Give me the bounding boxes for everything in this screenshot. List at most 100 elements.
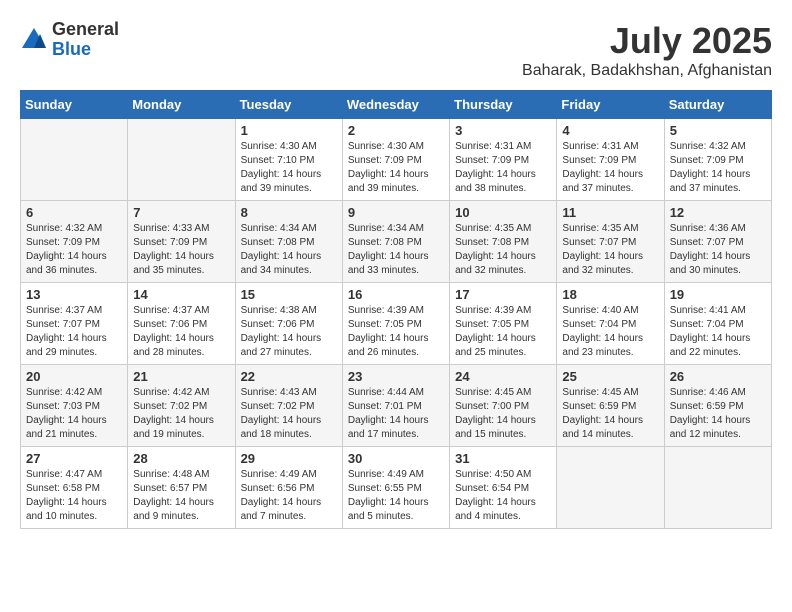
day-info: Sunrise: 4:43 AMSunset: 7:02 PMDaylight:… <box>241 386 337 442</box>
logo-icon <box>20 26 48 54</box>
day-info: Sunrise: 4:33 AMSunset: 7:09 PMDaylight:… <box>133 222 229 278</box>
table-row: 13Sunrise: 4:37 AMSunset: 7:07 PMDayligh… <box>21 283 128 365</box>
col-wednesday: Wednesday <box>342 91 449 119</box>
day-info: Sunrise: 4:37 AMSunset: 7:06 PMDaylight:… <box>133 304 229 360</box>
table-row: 28 Sunrise: 4:48 AMSunset: 6:57 PMDayligh… <box>128 447 235 529</box>
day-info: Sunrise: 4:42 AMSunset: 7:02 PMDaylight:… <box>133 386 229 442</box>
table-row: 3 Sunrise: 4:31 AMSunset: 7:09 PMDaylight… <box>450 119 557 201</box>
table-row: 7 Sunrise: 4:33 AMSunset: 7:09 PMDaylight… <box>128 201 235 283</box>
table-row: 24 Sunrise: 4:45 AMSunset: 7:00 PMDayligh… <box>450 365 557 447</box>
day-info: Sunrise: 4:50 AMSunset: 6:54 PMDaylight:… <box>455 468 551 524</box>
day-number: 30 <box>348 451 444 466</box>
calendar-week-row: 20Sunrise: 4:42 AMSunset: 7:03 PMDayligh… <box>21 365 772 447</box>
col-saturday: Saturday <box>664 91 771 119</box>
day-info: Sunrise: 4:38 AMSunset: 7:06 PMDaylight:… <box>241 304 337 360</box>
day-number: 23 <box>348 369 444 384</box>
table-row <box>557 447 664 529</box>
logo: General Blue <box>20 20 119 60</box>
col-tuesday: Tuesday <box>235 91 342 119</box>
day-number: 27 <box>26 451 122 466</box>
day-info: Sunrise: 4:39 AMSunset: 7:05 PMDaylight:… <box>348 304 444 360</box>
day-info: Sunrise: 4:46 AMSunset: 6:59 PMDaylight:… <box>670 386 766 442</box>
day-info: Sunrise: 4:35 AMSunset: 7:08 PMDaylight:… <box>455 222 551 278</box>
page-header: General Blue July 2025 Baharak, Badakhsh… <box>20 20 772 80</box>
day-info: Sunrise: 4:30 AMSunset: 7:09 PMDaylight:… <box>348 140 444 196</box>
table-row: 23 Sunrise: 4:44 AMSunset: 7:01 PMDayligh… <box>342 365 449 447</box>
day-info: Sunrise: 4:35 AMSunset: 7:07 PMDaylight:… <box>562 222 658 278</box>
day-info: Sunrise: 4:49 AMSunset: 6:55 PMDaylight:… <box>348 468 444 524</box>
day-info: Sunrise: 4:32 AMSunset: 7:09 PMDaylight:… <box>670 140 766 196</box>
day-info: Sunrise: 4:37 AMSunset: 7:07 PMDaylight:… <box>26 304 122 360</box>
day-info: Sunrise: 4:34 AMSunset: 7:08 PMDaylight:… <box>348 222 444 278</box>
day-number: 6 <box>26 205 122 220</box>
table-row: 22 Sunrise: 4:43 AMSunset: 7:02 PMDayligh… <box>235 365 342 447</box>
day-info: Sunrise: 4:45 AMSunset: 7:00 PMDaylight:… <box>455 386 551 442</box>
table-row: 20Sunrise: 4:42 AMSunset: 7:03 PMDayligh… <box>21 365 128 447</box>
calendar-table: Sunday Monday Tuesday Wednesday Thursday… <box>20 90 772 529</box>
table-row: 4 Sunrise: 4:31 AMSunset: 7:09 PMDaylight… <box>557 119 664 201</box>
calendar-week-row: 1Sunrise: 4:30 AMSunset: 7:10 PMDaylight… <box>21 119 772 201</box>
table-row <box>664 447 771 529</box>
day-number: 26 <box>670 369 766 384</box>
day-info: Sunrise: 4:48 AMSunset: 6:57 PMDaylight:… <box>133 468 229 524</box>
day-info: Sunrise: 4:41 AMSunset: 7:04 PMDaylight:… <box>670 304 766 360</box>
month-title: July 2025 <box>522 20 772 62</box>
logo-blue-text: Blue <box>52 40 119 60</box>
calendar-week-row: 27Sunrise: 4:47 AMSunset: 6:58 PMDayligh… <box>21 447 772 529</box>
table-row: 9Sunrise: 4:34 AMSunset: 7:08 PMDaylight… <box>342 201 449 283</box>
day-number: 24 <box>455 369 551 384</box>
title-area: July 2025 Baharak, Badakhshan, Afghanist… <box>522 20 772 80</box>
calendar-header-row: Sunday Monday Tuesday Wednesday Thursday… <box>21 91 772 119</box>
day-number: 19 <box>670 287 766 302</box>
table-row <box>21 119 128 201</box>
day-info: Sunrise: 4:40 AMSunset: 7:04 PMDaylight:… <box>562 304 658 360</box>
table-row: 1Sunrise: 4:30 AMSunset: 7:10 PMDaylight… <box>235 119 342 201</box>
table-row: 2 Sunrise: 4:30 AMSunset: 7:09 PMDaylight… <box>342 119 449 201</box>
day-number: 16 <box>348 287 444 302</box>
day-number: 2 <box>348 123 444 138</box>
col-friday: Friday <box>557 91 664 119</box>
table-row: 15 Sunrise: 4:38 AMSunset: 7:06 PMDayligh… <box>235 283 342 365</box>
day-number: 22 <box>241 369 337 384</box>
day-info: Sunrise: 4:42 AMSunset: 7:03 PMDaylight:… <box>26 386 122 442</box>
day-info: Sunrise: 4:44 AMSunset: 7:01 PMDaylight:… <box>348 386 444 442</box>
day-number: 14 <box>133 287 229 302</box>
day-number: 4 <box>562 123 658 138</box>
calendar-week-row: 13Sunrise: 4:37 AMSunset: 7:07 PMDayligh… <box>21 283 772 365</box>
day-info: Sunrise: 4:36 AMSunset: 7:07 PMDaylight:… <box>670 222 766 278</box>
day-info: Sunrise: 4:31 AMSunset: 7:09 PMDaylight:… <box>562 140 658 196</box>
table-row: 29 Sunrise: 4:49 AMSunset: 6:56 PMDayligh… <box>235 447 342 529</box>
table-row <box>128 119 235 201</box>
day-info: Sunrise: 4:39 AMSunset: 7:05 PMDaylight:… <box>455 304 551 360</box>
col-monday: Monday <box>128 91 235 119</box>
table-row: 27Sunrise: 4:47 AMSunset: 6:58 PMDayligh… <box>21 447 128 529</box>
day-info: Sunrise: 4:45 AMSunset: 6:59 PMDaylight:… <box>562 386 658 442</box>
calendar-week-row: 6Sunrise: 4:32 AMSunset: 7:09 PMDaylight… <box>21 201 772 283</box>
day-number: 28 <box>133 451 229 466</box>
col-thursday: Thursday <box>450 91 557 119</box>
day-number: 18 <box>562 287 658 302</box>
table-row: 31Sunrise: 4:50 AMSunset: 6:54 PMDayligh… <box>450 447 557 529</box>
day-number: 11 <box>562 205 658 220</box>
day-number: 3 <box>455 123 551 138</box>
day-number: 8 <box>241 205 337 220</box>
day-number: 10 <box>455 205 551 220</box>
table-row: 18 Sunrise: 4:40 AMSunset: 7:04 PMDayligh… <box>557 283 664 365</box>
day-number: 1 <box>241 123 337 138</box>
day-number: 7 <box>133 205 229 220</box>
logo-general-text: General <box>52 20 119 40</box>
day-number: 29 <box>241 451 337 466</box>
day-number: 12 <box>670 205 766 220</box>
day-number: 21 <box>133 369 229 384</box>
day-info: Sunrise: 4:49 AMSunset: 6:56 PMDaylight:… <box>241 468 337 524</box>
table-row: 14 Sunrise: 4:37 AMSunset: 7:06 PMDayligh… <box>128 283 235 365</box>
day-number: 25 <box>562 369 658 384</box>
table-row: 21 Sunrise: 4:42 AMSunset: 7:02 PMDayligh… <box>128 365 235 447</box>
day-info: Sunrise: 4:31 AMSunset: 7:09 PMDaylight:… <box>455 140 551 196</box>
table-row: 5 Sunrise: 4:32 AMSunset: 7:09 PMDaylight… <box>664 119 771 201</box>
day-number: 15 <box>241 287 337 302</box>
table-row: 8Sunrise: 4:34 AMSunset: 7:08 PMDaylight… <box>235 201 342 283</box>
location-title: Baharak, Badakhshan, Afghanistan <box>522 62 772 80</box>
day-number: 5 <box>670 123 766 138</box>
table-row: 6Sunrise: 4:32 AMSunset: 7:09 PMDaylight… <box>21 201 128 283</box>
